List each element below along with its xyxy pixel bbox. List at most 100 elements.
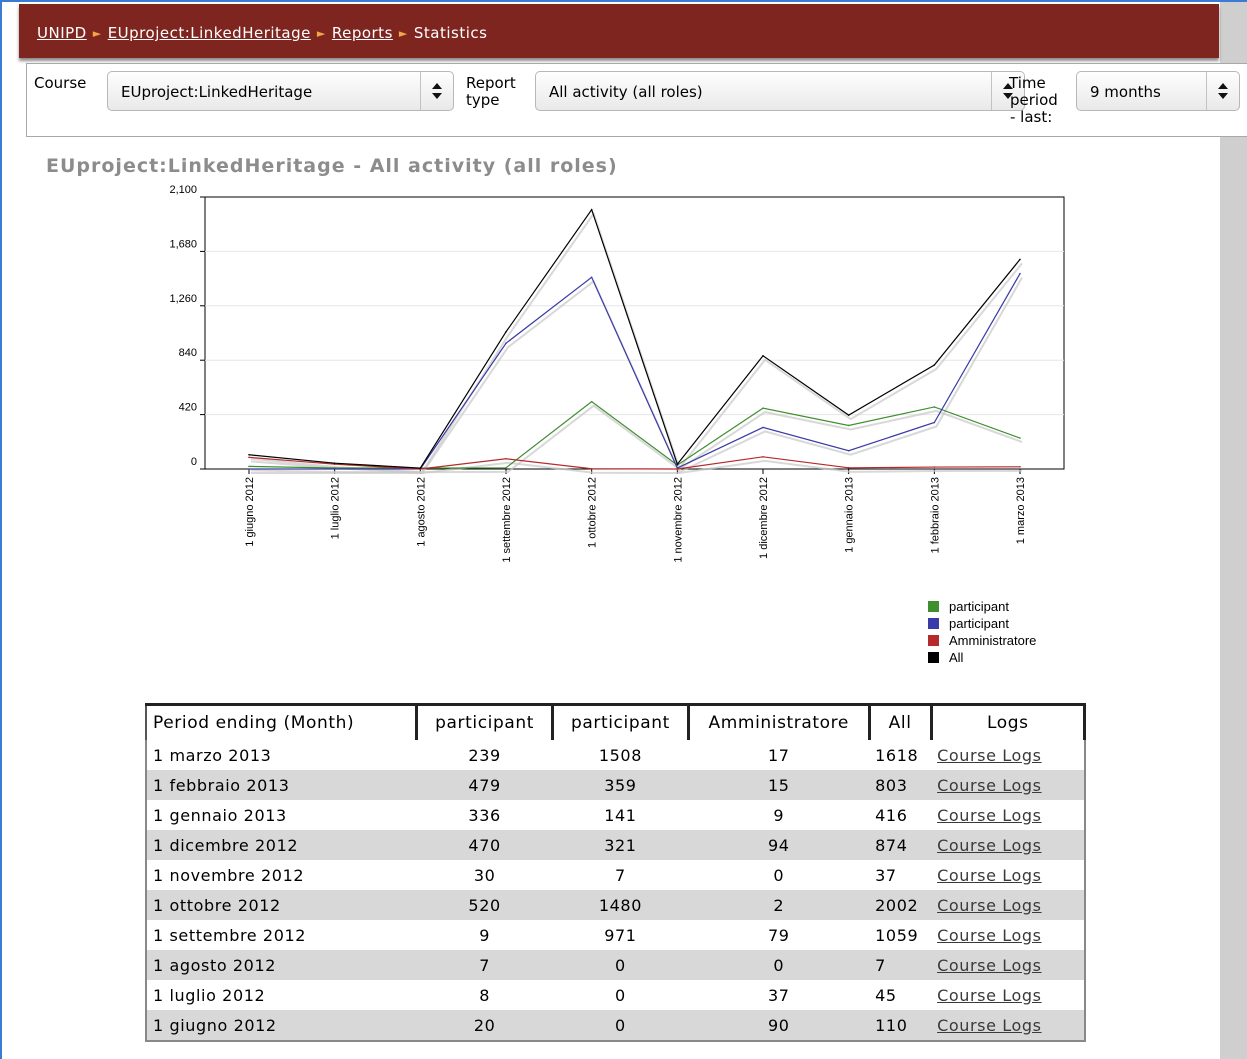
cell-period: 1 gennaio 2013 <box>145 800 417 830</box>
course-logs-link[interactable]: Course Logs <box>937 866 1041 885</box>
cell-amministratore: 79 <box>688 920 870 950</box>
data-point <box>419 467 422 469</box>
vertical-scrollbar[interactable] <box>1220 2 1247 1059</box>
cell-participant: 321 <box>552 830 689 860</box>
data-point <box>248 468 250 470</box>
cell-participant: 7 <box>552 860 689 890</box>
cell-logs: Course Logs <box>931 920 1086 950</box>
statistics-table: Period ending (Month) participant partic… <box>145 703 1087 1042</box>
cell-participant: 0 <box>552 980 689 1010</box>
x-tick-label: 1 novembre 2012 <box>672 477 684 563</box>
cell-period: 1 dicembre 2012 <box>145 830 417 860</box>
data-point <box>1019 465 1021 468</box>
data-point <box>1019 272 1021 275</box>
legend-swatch <box>928 635 939 646</box>
cell-amministratore: 90 <box>688 1010 870 1042</box>
chart-legend: participant participant Amministratore A… <box>928 598 1036 666</box>
column-header-amministratore: Amministratore <box>688 703 871 740</box>
data-point <box>676 468 679 470</box>
data-point <box>333 462 336 464</box>
data-point <box>590 467 593 470</box>
data-point <box>933 421 936 424</box>
cell-period: 1 agosto 2012 <box>145 950 417 980</box>
cell-participant: 479 <box>416 770 553 800</box>
data-point <box>847 449 850 452</box>
cell-participant: 1508 <box>552 740 689 770</box>
cell-all: 416 <box>869 800 932 830</box>
column-header-all: All <box>869 703 933 740</box>
activity-line-chart: 0 420 840 1,260 1,680 2,100 1 giugno 2012 1 lug… <box>169 184 1065 563</box>
x-tick-label: 1 febbraio 2013 <box>929 477 941 553</box>
cell-amministratore: 17 <box>688 740 870 770</box>
cell-participant: 239 <box>416 740 553 770</box>
data-point <box>933 466 936 468</box>
course-logs-link[interactable]: Course Logs <box>937 986 1041 1005</box>
cell-period: 1 ottobre 2012 <box>145 890 417 920</box>
cell-participant: 7 <box>416 950 553 980</box>
table-row: 1 febbraio 2013 479 359 15 803 Course Logs <box>145 770 1086 800</box>
cell-participant: 1480 <box>552 890 689 920</box>
table-row: 1 marzo 2013 239 1508 17 1618 Course Logs <box>145 740 1086 770</box>
cell-all: 1618 <box>869 740 932 770</box>
cell-participant: 470 <box>416 830 553 860</box>
cell-participant: 9 <box>416 920 553 950</box>
data-point <box>762 407 764 409</box>
cell-logs: Course Logs <box>931 830 1086 860</box>
cell-participant: 20 <box>416 1010 553 1042</box>
course-logs-link[interactable]: Course Logs <box>937 1016 1041 1035</box>
cell-logs: Course Logs <box>931 1010 1086 1042</box>
column-header-period: Period ending (Month) <box>145 703 419 740</box>
data-point <box>676 463 679 466</box>
course-logs-link[interactable]: Course Logs <box>937 806 1041 825</box>
cell-logs: Course Logs <box>931 860 1086 890</box>
table-row: 1 gennaio 2013 336 141 9 416 Course Logs <box>145 800 1086 830</box>
course-logs-link[interactable]: Course Logs <box>937 836 1041 855</box>
data-point <box>505 331 507 333</box>
data-point <box>505 457 507 460</box>
course-logs-link[interactable]: Course Logs <box>937 926 1041 945</box>
cell-participant: 520 <box>416 890 553 920</box>
cell-participant: 359 <box>552 770 689 800</box>
cell-participant: 971 <box>552 920 689 950</box>
data-point <box>847 414 850 416</box>
data-point <box>505 342 507 345</box>
column-header-participant: participant <box>416 703 555 740</box>
cell-logs: Course Logs <box>931 890 1086 920</box>
x-tick-label: 1 giugno 2012 <box>244 477 256 547</box>
cell-all: 1059 <box>869 920 932 950</box>
data-point <box>590 400 593 403</box>
table-row: 1 agosto 2012 7 0 0 7 Course Logs <box>145 950 1086 980</box>
cell-period: 1 luglio 2012 <box>145 980 417 1010</box>
legend-item: All <box>928 649 1036 666</box>
course-logs-link[interactable]: Course Logs <box>937 896 1041 915</box>
course-logs-link[interactable]: Course Logs <box>937 746 1041 765</box>
course-logs-link[interactable]: Course Logs <box>937 776 1041 795</box>
legend-label: participant <box>949 616 1009 631</box>
data-point <box>762 426 764 429</box>
cell-participant: 8 <box>416 980 553 1010</box>
data-point <box>590 276 593 279</box>
column-header-logs: Logs <box>931 703 1087 740</box>
table-row: 1 novembre 2012 30 7 0 37 Course Logs <box>145 860 1086 890</box>
cell-amministratore: 15 <box>688 770 870 800</box>
column-header-participant: participant <box>552 703 690 740</box>
y-tick-label: 420 <box>179 402 197 414</box>
data-point <box>933 406 936 408</box>
cell-amministratore: 2 <box>688 890 870 920</box>
cell-logs: Course Logs <box>931 740 1086 770</box>
data-point <box>847 467 850 469</box>
cell-period: 1 giugno 2012 <box>145 1010 417 1042</box>
table-row: 1 giugno 2012 20 0 90 110 Course Logs <box>145 1010 1086 1042</box>
data-point <box>505 467 507 469</box>
legend-label: participant <box>949 599 1009 614</box>
cell-amministratore: 9 <box>688 800 870 830</box>
x-tick-label: 1 dicembre 2012 <box>758 477 770 559</box>
data-point <box>248 456 250 459</box>
cell-participant: 336 <box>416 800 553 830</box>
cell-all: 37 <box>869 860 932 890</box>
cell-amministratore: 0 <box>688 950 870 980</box>
cell-amministratore: 94 <box>688 830 870 860</box>
cell-all: 874 <box>869 830 932 860</box>
legend-label: All <box>949 650 964 665</box>
course-logs-link[interactable]: Course Logs <box>937 956 1041 975</box>
